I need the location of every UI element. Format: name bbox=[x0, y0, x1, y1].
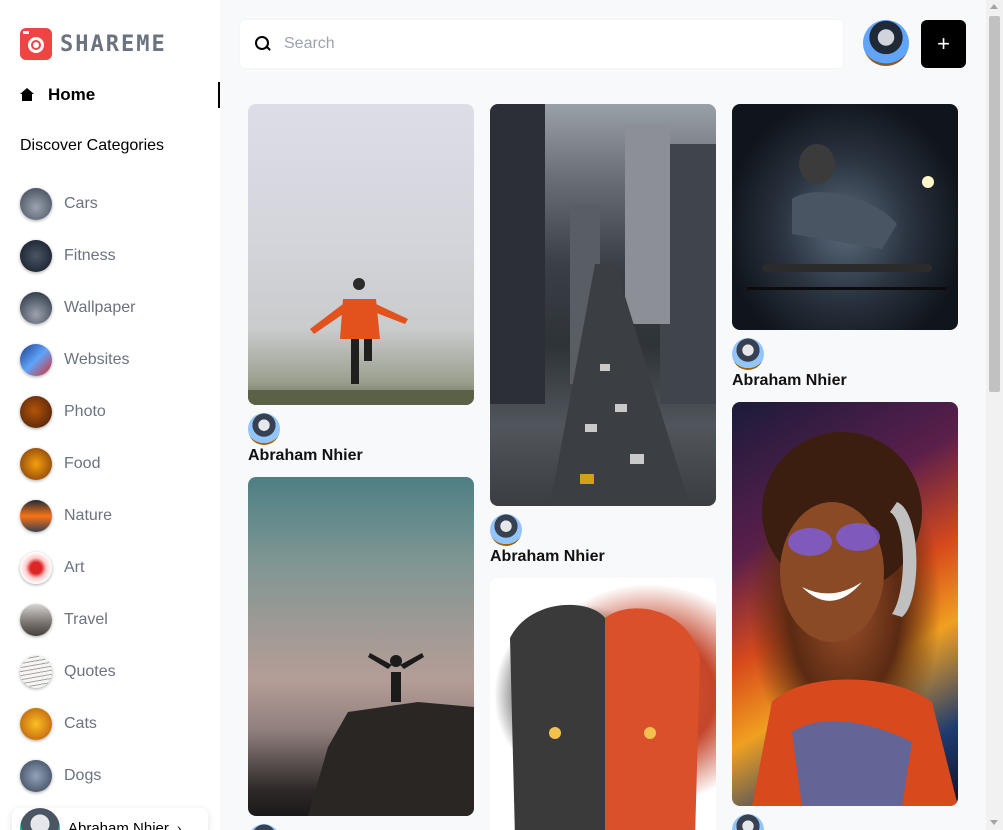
scroll-up-icon[interactable] bbox=[990, 4, 998, 9]
sidebar-item-quotes[interactable]: Quotes bbox=[20, 646, 135, 698]
add-pin-button[interactable]: + bbox=[921, 20, 966, 68]
category-label: Websites bbox=[64, 351, 130, 368]
sidebar-item-fitness[interactable]: Fitness bbox=[20, 230, 135, 282]
category-label: Photo bbox=[64, 403, 106, 420]
category-label: Art bbox=[64, 559, 85, 576]
avatar[interactable] bbox=[863, 20, 909, 66]
category-thumbnail bbox=[20, 344, 52, 376]
category-thumbnail bbox=[20, 240, 52, 272]
user-name: Abraham Nhier bbox=[68, 819, 169, 830]
pin-image[interactable] bbox=[248, 104, 474, 405]
sidebar-item-home[interactable]: Home bbox=[20, 82, 220, 108]
home-icon bbox=[20, 88, 34, 102]
category-thumbnail bbox=[20, 188, 52, 220]
search-bar[interactable] bbox=[240, 20, 843, 68]
pin-image[interactable] bbox=[490, 104, 716, 506]
search-input[interactable] bbox=[284, 35, 804, 53]
pin-illustration bbox=[248, 278, 474, 405]
category-thumbnail bbox=[20, 396, 52, 428]
home-label: Home bbox=[48, 85, 96, 104]
sidebar-item-cars[interactable]: Cars bbox=[20, 178, 135, 230]
pin-author-avatar[interactable] bbox=[732, 338, 764, 370]
category-thumbnail bbox=[20, 656, 52, 688]
scroll-thumb[interactable] bbox=[989, 16, 1000, 392]
sidebar-item-travel[interactable]: Travel bbox=[20, 594, 135, 646]
category-label: Food bbox=[64, 455, 101, 472]
user-profile-link[interactable]: Abraham Nhier › bbox=[12, 808, 208, 830]
user-avatar bbox=[20, 808, 60, 830]
logo[interactable]: SHAREME bbox=[20, 28, 167, 60]
pin-image[interactable] bbox=[490, 578, 716, 830]
pin-illustration bbox=[510, 604, 700, 830]
scroll-down-icon[interactable] bbox=[990, 820, 998, 825]
sidebar-item-websites[interactable]: Websites bbox=[20, 334, 135, 386]
pin-image[interactable] bbox=[732, 402, 958, 806]
category-thumbnail bbox=[20, 708, 52, 740]
discover-heading: Discover Categories bbox=[20, 137, 165, 154]
category-thumbnail bbox=[20, 448, 52, 480]
pin-author-name[interactable]: Abraham Nhier bbox=[490, 548, 605, 566]
chevron-right-icon: › bbox=[176, 820, 182, 830]
category-thumbnail bbox=[20, 552, 52, 584]
category-label: Cars bbox=[64, 195, 98, 212]
pin-author-avatar[interactable] bbox=[248, 413, 280, 445]
category-thumbnail bbox=[20, 292, 52, 324]
pin-image[interactable] bbox=[732, 104, 958, 330]
sidebar-item-cats[interactable]: Cats bbox=[20, 698, 135, 750]
sidebar-item-wallpaper[interactable]: Wallpaper bbox=[20, 282, 135, 334]
pin-author-avatar[interactable] bbox=[732, 814, 764, 830]
sidebar-item-art[interactable]: Art bbox=[20, 542, 135, 594]
pin-illustration bbox=[308, 653, 474, 816]
sidebar-item-dogs[interactable]: Dogs bbox=[20, 750, 135, 802]
sidebar-item-photo[interactable]: Photo bbox=[20, 386, 135, 438]
scrollbar[interactable] bbox=[986, 0, 1003, 830]
pin-author-avatar[interactable] bbox=[490, 514, 522, 546]
search-icon bbox=[254, 35, 272, 53]
pin-author-avatar[interactable] bbox=[248, 824, 280, 830]
pin-author-name[interactable]: Abraham Nhier bbox=[732, 372, 847, 390]
category-list: Cars Fitness Wallpaper Websites Photo Fo… bbox=[20, 178, 135, 802]
category-thumbnail bbox=[20, 500, 52, 532]
sidebar: SHAREME Home Discover Categories Cars Fi… bbox=[0, 0, 220, 830]
category-label: Quotes bbox=[64, 663, 116, 680]
category-thumbnail bbox=[20, 604, 52, 636]
logo-text: SHAREME bbox=[60, 31, 167, 57]
pin-author-name[interactable]: Abraham Nhier bbox=[248, 447, 363, 465]
category-label: Cats bbox=[64, 715, 97, 732]
category-label: Fitness bbox=[64, 247, 116, 264]
category-thumbnail bbox=[20, 760, 52, 792]
sidebar-item-food[interactable]: Food bbox=[20, 438, 135, 490]
category-label: Nature bbox=[64, 507, 113, 524]
category-label: Travel bbox=[64, 611, 108, 628]
category-label: Wallpaper bbox=[64, 299, 136, 316]
pin-image[interactable] bbox=[248, 477, 474, 816]
pin-illustration bbox=[752, 432, 958, 806]
pin-illustration bbox=[747, 144, 947, 290]
sidebar-item-nature[interactable]: Nature bbox=[20, 490, 135, 542]
category-label: Dogs bbox=[64, 767, 102, 784]
pin-illustration bbox=[490, 104, 716, 506]
camera-icon bbox=[20, 28, 52, 60]
